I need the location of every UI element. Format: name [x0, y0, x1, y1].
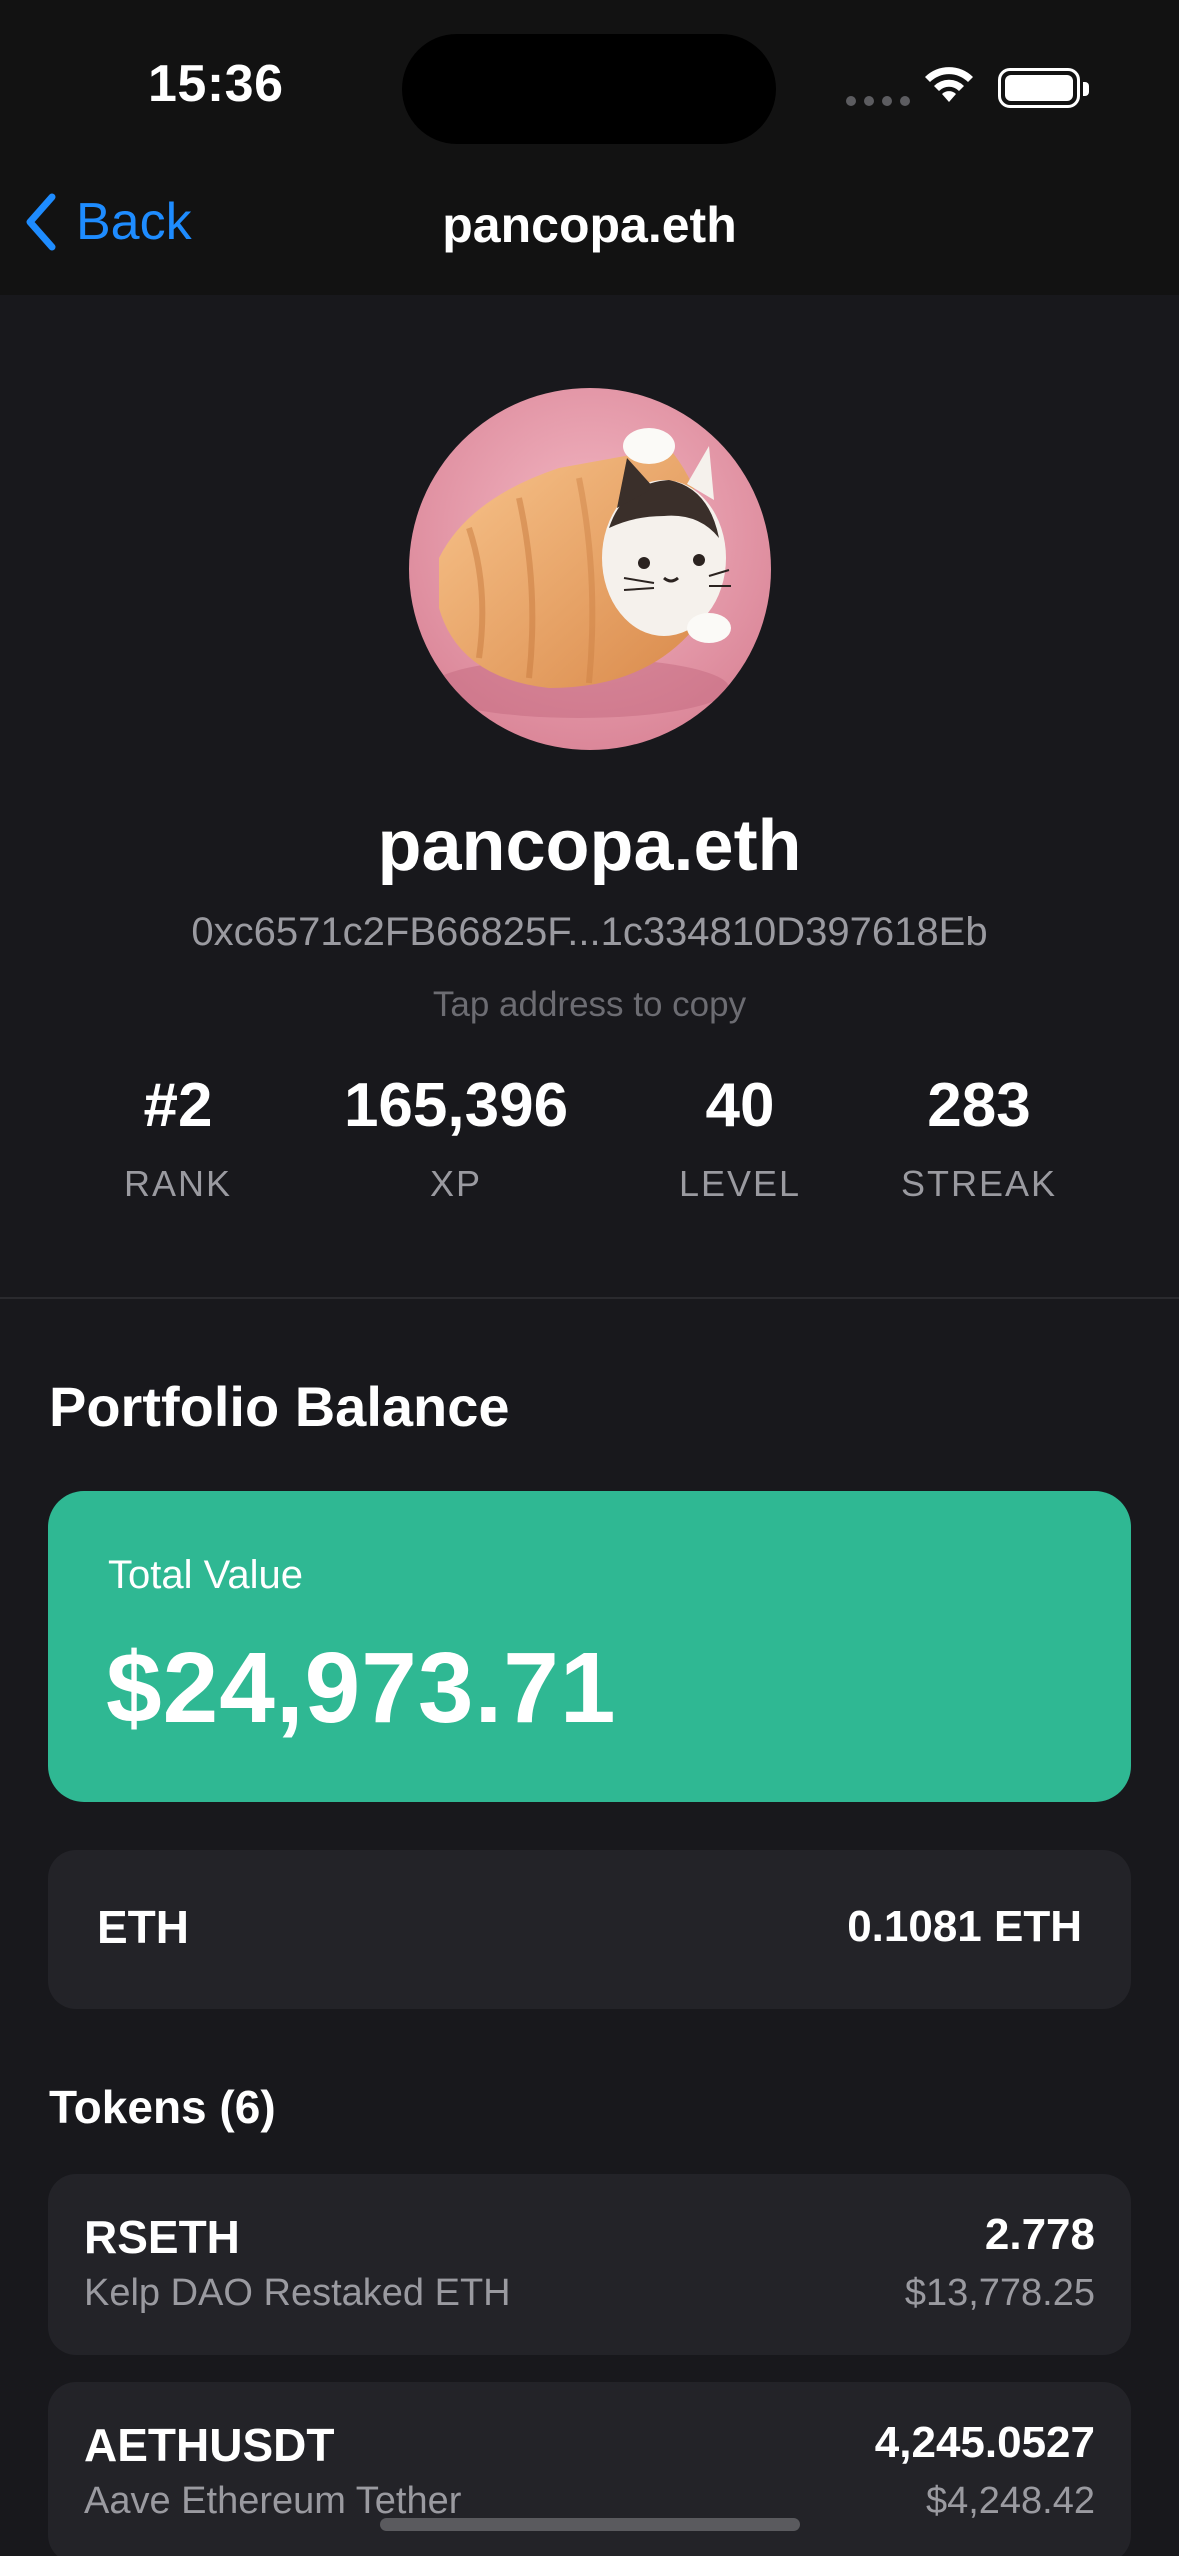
token-symbol: RSETH: [84, 2211, 240, 2263]
stat-value: 283: [927, 1071, 1031, 1140]
stat-label: LEVEL: [678, 1163, 802, 1204]
token-usd-value: $13,778.25: [904, 2272, 1095, 2314]
stat-label: STREAK: [900, 1163, 1058, 1204]
copy-hint: Tap address to copy: [432, 985, 747, 1024]
avatar-cat-image: [409, 388, 771, 750]
token-name: Kelp DAO Restaked ETH: [84, 2272, 511, 2314]
avatar: [409, 388, 771, 750]
token-name: Aave Ethereum Tether: [84, 2480, 462, 2522]
tokens-title: Tokens (6): [49, 2081, 276, 2133]
stat-level: 40 LEVEL: [610, 1075, 870, 1205]
stat-label: XP: [429, 1163, 483, 1204]
screen: 15:36 Back pancopa.eth pancopa.eth 0xc65…: [0, 0, 1179, 2556]
profile-header: pancopa.eth 0xc6571c2FB66825F...1c334810…: [0, 295, 1179, 1298]
dynamic-island: [402, 34, 776, 144]
battery-icon: [998, 68, 1089, 108]
stat-value: 165,396: [343, 1071, 569, 1140]
token-quantity: 4,245.0527: [874, 2418, 1095, 2467]
stat-value: #2: [143, 1071, 213, 1140]
top-bar: 15:36 Back pancopa.eth: [0, 0, 1179, 295]
stat-xp: 165,396 XP: [326, 1075, 586, 1205]
token-usd-value: $4,248.42: [925, 2480, 1095, 2522]
cellular-signal-icon: [846, 96, 910, 106]
portfolio-title: Portfolio Balance: [49, 1375, 510, 1438]
home-indicator[interactable]: [380, 2518, 800, 2531]
token-row[interactable]: RSETH Kelp DAO Restaked ETH 2.778 $13,77…: [48, 2174, 1131, 2355]
token-symbol: AETHUSDT: [84, 2419, 335, 2471]
status-time: 15:36: [148, 55, 284, 113]
stat-rank: #2 RANK: [48, 1075, 308, 1205]
eth-amount: 0.1081 ETH: [847, 1902, 1082, 1951]
total-value-label: Total Value: [108, 1553, 303, 1597]
ens-name: pancopa.eth: [377, 806, 802, 886]
stat-streak: 283 STREAK: [849, 1075, 1109, 1205]
total-value-card: Total Value $24,973.71: [48, 1491, 1131, 1802]
stat-value: 40: [705, 1071, 775, 1140]
wifi-icon: [925, 67, 973, 102]
eth-symbol: ETH: [97, 1901, 189, 1953]
eth-balance-card: ETH 0.1081 ETH: [48, 1850, 1131, 2009]
wallet-address[interactable]: 0xc6571c2FB66825F...1c334810D397618Eb: [0, 910, 1179, 955]
section-divider: [0, 1297, 1179, 1299]
nav-title: pancopa.eth: [442, 197, 737, 253]
total-value-amount: $24,973.71: [106, 1632, 617, 1744]
stat-label: RANK: [123, 1163, 233, 1204]
token-quantity: 2.778: [984, 2210, 1095, 2259]
